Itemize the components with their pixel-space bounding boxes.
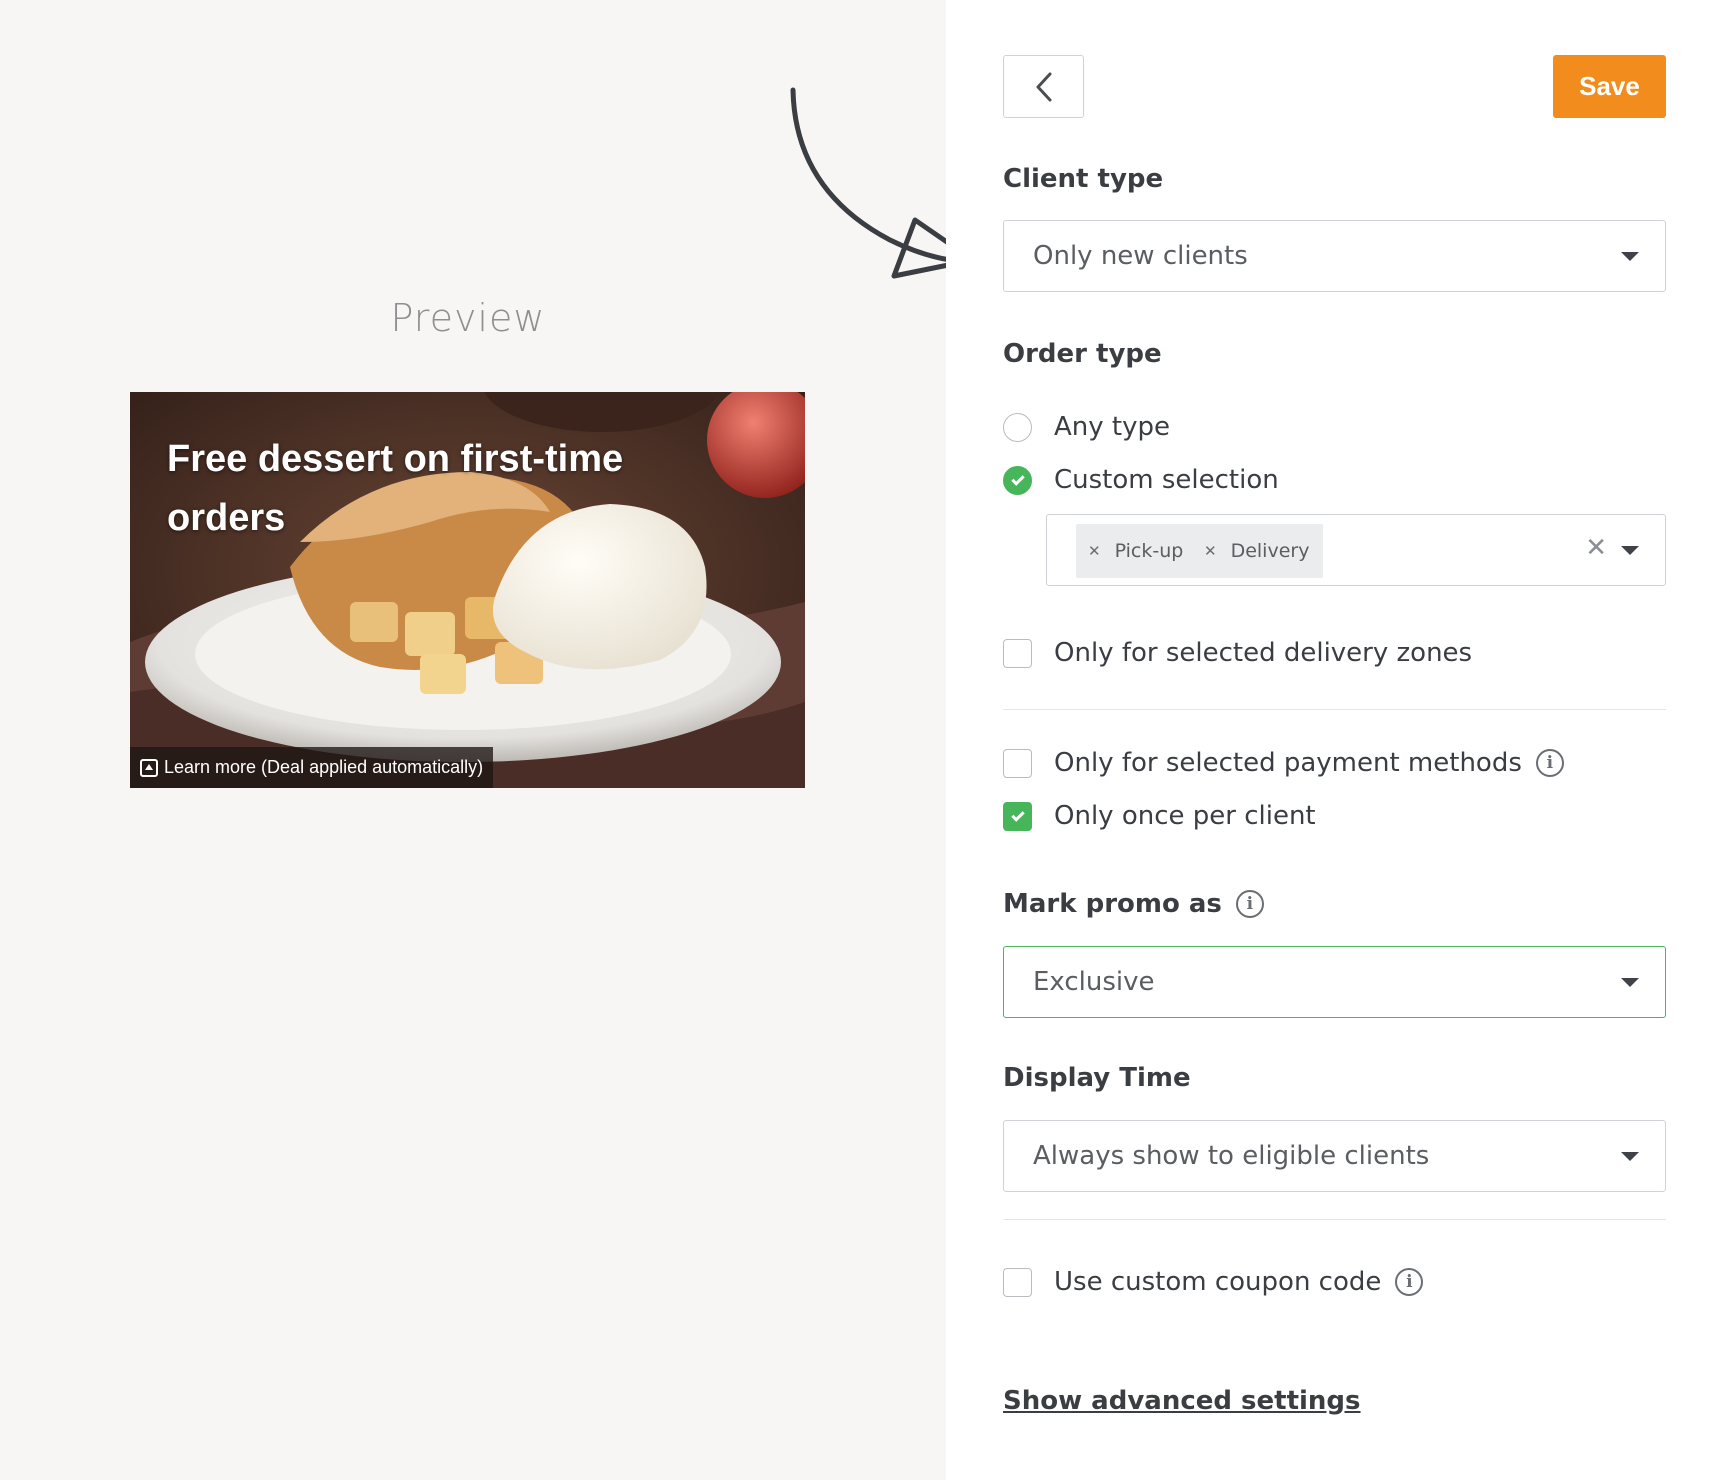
save-button[interactable]: Save <box>1553 55 1666 118</box>
clear-all-icon[interactable]: ✕ <box>1585 533 1607 563</box>
chevron-left-icon <box>1036 72 1051 101</box>
display-time-value: Always show to eligible clients <box>1033 1141 1430 1171</box>
show-advanced-settings-link[interactable]: Show advanced settings <box>1003 1386 1361 1416</box>
client-type-label: Client type <box>1003 164 1164 194</box>
info-icon[interactable]: i <box>1535 749 1564 777</box>
client-type-value: Only new clients <box>1033 241 1248 271</box>
delivery-zones-label: Only for selected delivery zones <box>1054 638 1473 668</box>
remove-tag-icon[interactable]: ✕ <box>1088 542 1101 560</box>
payment-methods-checkbox[interactable] <box>1003 748 1032 778</box>
preview-title: Preview <box>390 296 546 340</box>
custom-coupon-checkbox[interactable] <box>1003 1267 1032 1297</box>
chevron-down-icon[interactable] <box>1621 546 1639 555</box>
display-time-select[interactable]: Always show to eligible clients <box>1003 1120 1666 1192</box>
mark-promo-value: Exclusive <box>1033 967 1155 997</box>
delivery-zones-checkbox[interactable] <box>1003 638 1032 668</box>
info-icon[interactable]: i <box>1235 890 1264 918</box>
once-per-client-checkbox[interactable] <box>1003 801 1032 831</box>
order-type-label: Order type <box>1003 339 1162 369</box>
divider <box>1003 709 1666 710</box>
display-time-label: Display Time <box>1003 1063 1191 1093</box>
mark-promo-label: Mark promo as <box>1003 889 1222 919</box>
settings-pane: Save Client type Only new clients Order … <box>946 0 1716 1480</box>
check-icon <box>1010 471 1025 486</box>
check-icon <box>1010 807 1025 822</box>
promo-card[interactable]: Free dessert on first-time orders Learn … <box>130 392 805 788</box>
back-button[interactable] <box>1003 55 1084 118</box>
payment-methods-label: Only for selected payment methods <box>1054 748 1522 778</box>
radio-any-type[interactable] <box>1003 412 1032 442</box>
tag-pickup: ✕ Pick-up <box>1076 524 1198 578</box>
custom-coupon-option[interactable]: Use custom coupon code i <box>1003 1267 1424 1297</box>
chevron-down-icon <box>1621 978 1639 987</box>
radio-custom-selection[interactable] <box>1003 465 1032 495</box>
custom-coupon-label: Use custom coupon code <box>1054 1267 1382 1297</box>
learn-more-label: Learn more (Deal applied automatically) <box>164 757 484 777</box>
tag-label: Pick-up <box>1114 540 1184 562</box>
order-type-custom-option[interactable]: Custom selection <box>1003 465 1279 495</box>
once-per-client-label: Only once per client <box>1054 801 1316 831</box>
order-type-multiselect[interactable]: ✕ Pick-up ✕ Delivery ✕ <box>1046 514 1666 586</box>
delivery-zones-option[interactable]: Only for selected delivery zones <box>1003 638 1472 668</box>
tag-label: Delivery <box>1230 540 1310 562</box>
learn-more-link[interactable]: Learn more (Deal applied automatically) <box>130 747 494 788</box>
order-type-any-option[interactable]: Any type <box>1003 412 1170 442</box>
divider <box>1003 1219 1666 1220</box>
mark-promo-header: Mark promo as i <box>1003 889 1264 919</box>
payment-methods-option[interactable]: Only for selected payment methods i <box>1003 748 1564 778</box>
chevron-down-icon <box>1621 1152 1639 1161</box>
remove-tag-icon[interactable]: ✕ <box>1204 542 1217 560</box>
order-type-custom-label: Custom selection <box>1054 465 1279 495</box>
once-per-client-option[interactable]: Only once per client <box>1003 801 1316 831</box>
order-type-any-label: Any type <box>1054 412 1170 442</box>
expand-up-icon <box>140 758 158 777</box>
mark-promo-select[interactable]: Exclusive <box>1003 946 1666 1018</box>
info-icon[interactable]: i <box>1395 1268 1424 1296</box>
client-type-select[interactable]: Only new clients <box>1003 220 1666 292</box>
chevron-down-icon <box>1621 252 1639 261</box>
promo-title: Free dessert on first-time orders <box>167 438 624 539</box>
tag-delivery: ✕ Delivery <box>1192 524 1324 578</box>
